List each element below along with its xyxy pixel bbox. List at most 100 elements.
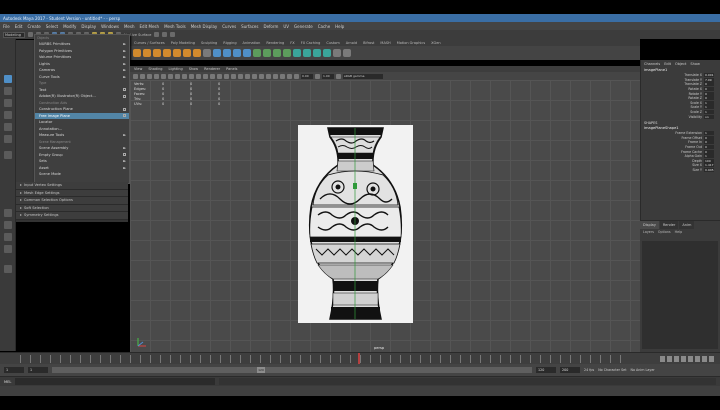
panel-menu-renderer[interactable]: Renderer: [204, 67, 220, 71]
channel-value[interactable]: 0: [704, 140, 714, 145]
channel-value[interactable]: 1: [704, 105, 714, 110]
render-settings-icon[interactable]: [170, 32, 176, 37]
layout-four-icon[interactable]: [4, 221, 12, 229]
xray-icon[interactable]: [280, 73, 285, 79]
smooth-shade-icon[interactable]: [224, 73, 229, 79]
channel-value[interactable]: 0.001: [704, 73, 714, 78]
new-scene-icon[interactable]: [28, 32, 33, 37]
scene-start-field[interactable]: 1: [4, 367, 24, 373]
option-box-icon[interactable]: [123, 94, 126, 98]
menuset-dropdown[interactable]: Modeling: [3, 31, 25, 38]
shelf-tab-rigging[interactable]: Rigging: [223, 41, 236, 45]
menu-edit[interactable]: Edit: [15, 24, 23, 29]
channel-value[interactable]: 0: [704, 145, 714, 150]
shelf-tab-rendering[interactable]: Rendering: [266, 41, 284, 45]
channel-value[interactable]: 1: [704, 110, 714, 115]
channel-value[interactable]: 1.417: [704, 163, 714, 168]
scale-tool-icon[interactable]: [4, 135, 12, 143]
smooth-icon[interactable]: [233, 49, 241, 57]
channel-value[interactable]: 0: [704, 91, 714, 96]
le-menu-layers[interactable]: Layers: [643, 230, 654, 234]
playback-start-field[interactable]: 1: [28, 367, 48, 373]
menu-uv[interactable]: UV: [283, 24, 289, 29]
menu-file[interactable]: File: [3, 24, 10, 29]
layout-single-icon[interactable]: [4, 209, 12, 217]
film-gate-icon[interactable]: [175, 73, 180, 79]
shelf-tab-animation[interactable]: Animation: [243, 41, 261, 45]
freeze-transform-icon[interactable]: [343, 49, 351, 57]
shelf-tab-sculpting[interactable]: Sculpting: [201, 41, 217, 45]
step-forward-key-icon[interactable]: [702, 356, 707, 362]
mirror-icon[interactable]: [253, 49, 261, 57]
shelf-tab-bifrost[interactable]: Bifrost: [363, 41, 374, 45]
shelf-tab-motion-graphics[interactable]: Motion Graphics: [397, 41, 425, 45]
channel-value[interactable]: 1: [704, 131, 714, 136]
safe-title-icon[interactable]: [210, 73, 215, 79]
poly-sphere-icon[interactable]: [133, 49, 141, 57]
panel-menu-show[interactable]: Show: [189, 67, 198, 71]
cb-menu-channels[interactable]: Channels: [644, 62, 660, 66]
move-tool-icon[interactable]: [4, 111, 12, 119]
gate-mask-icon[interactable]: [189, 73, 194, 79]
grease-pencil-icon[interactable]: [161, 73, 166, 79]
menu-mesh-tools[interactable]: Mesh Tools: [164, 24, 186, 29]
scene-end-field[interactable]: 200: [560, 367, 580, 373]
poly-disc-icon[interactable]: [193, 49, 201, 57]
channel-value[interactable]: 0: [704, 149, 714, 154]
step-back-frame-icon[interactable]: [674, 356, 679, 362]
select-tool-icon[interactable]: [4, 75, 12, 83]
rotate-tool-icon[interactable]: [4, 123, 12, 131]
section-common-selection[interactable]: Common Selection Options: [16, 197, 128, 205]
gamma-icon[interactable]: [315, 73, 320, 79]
layer-list[interactable]: [642, 241, 718, 349]
poly-cylinder-icon[interactable]: [153, 49, 161, 57]
channel-value[interactable]: 0: [704, 135, 714, 140]
cb-menu-object[interactable]: Object: [675, 62, 686, 66]
gamma-field[interactable]: 1.00: [322, 73, 334, 79]
render-icon[interactable]: [154, 32, 160, 37]
shelf-tab-mash[interactable]: MASH: [380, 41, 390, 45]
ipr-render-icon[interactable]: [162, 32, 168, 37]
channel-row[interactable]: Visibility on: [641, 114, 720, 119]
layout-outliner-icon[interactable]: [4, 245, 12, 253]
menu-surfaces[interactable]: Surfaces: [241, 24, 258, 29]
channel-value[interactable]: 0: [704, 82, 714, 87]
xray-components-icon[interactable]: [294, 73, 299, 79]
layout-graph-icon[interactable]: [4, 265, 12, 273]
channel-value[interactable]: 1: [704, 154, 714, 159]
separate-icon[interactable]: [223, 49, 231, 57]
play-forwards-icon[interactable]: [688, 356, 693, 362]
go-to-end-icon[interactable]: [709, 356, 714, 362]
channel-value[interactable]: 0: [704, 96, 714, 101]
isolate-select-icon[interactable]: [273, 73, 278, 79]
lights-icon[interactable]: [245, 73, 250, 79]
channel-value[interactable]: 0.945: [704, 167, 714, 172]
ambient-occlusion-icon[interactable]: [259, 73, 264, 79]
shelf-tab-fx-caching[interactable]: FX Caching: [301, 41, 321, 45]
quad-draw-icon[interactable]: [313, 49, 321, 57]
anti-aliasing-icon[interactable]: [266, 73, 271, 79]
shadows-icon[interactable]: [252, 73, 257, 79]
panel-menu-panels[interactable]: Panels: [226, 67, 237, 71]
boolean-icon[interactable]: [243, 49, 251, 57]
le-menu-help[interactable]: Help: [675, 230, 683, 234]
poly-cone-icon[interactable]: [163, 49, 171, 57]
layout-side-icon[interactable]: [4, 233, 12, 241]
paint-select-tool-icon[interactable]: [4, 99, 12, 107]
shelf-tab-xgen[interactable]: XGen: [431, 41, 440, 45]
image-plane-icon[interactable]: [147, 73, 152, 79]
cb-menu-edit[interactable]: Edit: [664, 62, 671, 66]
uv-editor-icon[interactable]: [323, 49, 331, 57]
command-input[interactable]: [15, 378, 216, 385]
le-menu-options[interactable]: Options: [658, 230, 671, 234]
shelf-tab-custom[interactable]: Custom: [326, 41, 339, 45]
channel-value[interactable]: 0: [704, 87, 714, 92]
channel-value[interactable]: 100: [704, 158, 714, 163]
menu-help[interactable]: Help: [335, 24, 344, 29]
xray-joints-icon[interactable]: [287, 73, 292, 79]
wireframe-icon[interactable]: [217, 73, 222, 79]
playback-end-field[interactable]: 120: [536, 367, 556, 373]
menu-deform[interactable]: Deform: [263, 24, 278, 29]
menu-create[interactable]: Create: [27, 24, 40, 29]
cb-menu-show[interactable]: Show: [690, 62, 699, 66]
